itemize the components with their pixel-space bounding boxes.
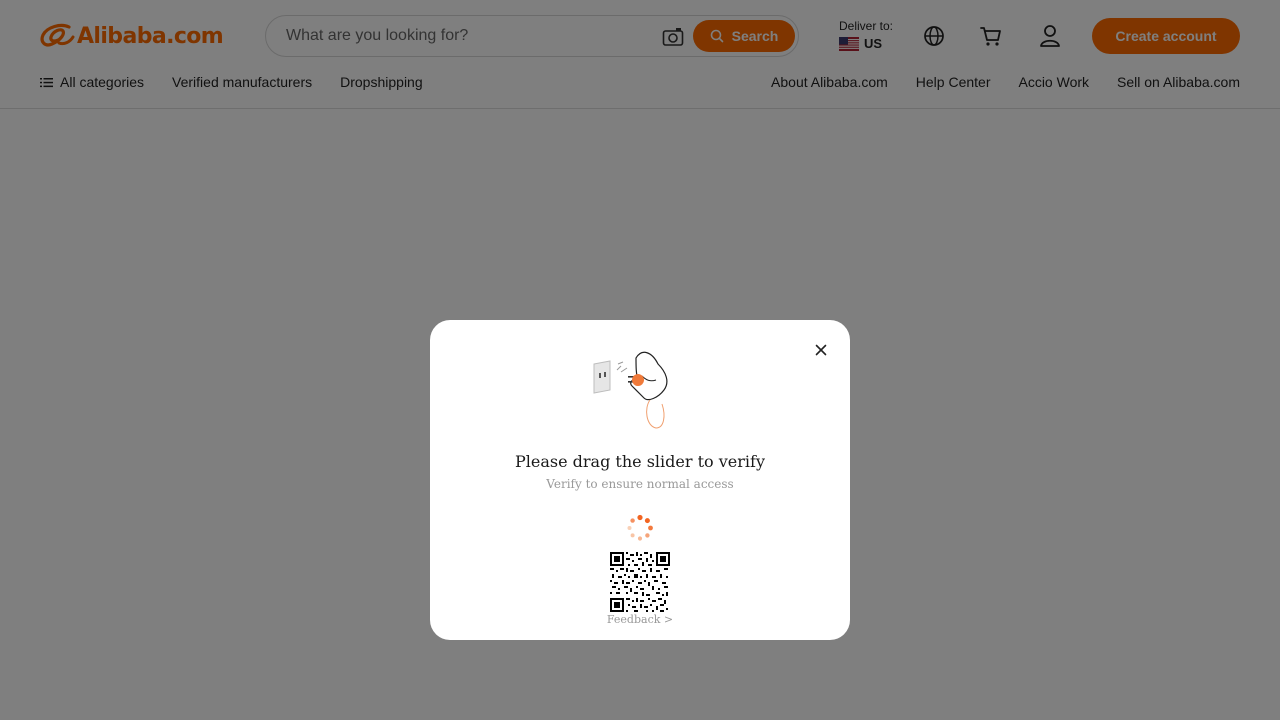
qr-code-icon[interactable] <box>610 552 670 612</box>
loading-spinner-icon <box>627 514 653 541</box>
modal-title: Please drag the slider to verify <box>515 452 765 471</box>
plug-illustration-icon <box>593 351 668 429</box>
feedback-link[interactable]: Feedback > <box>430 613 850 626</box>
modal-subtitle: Verify to ensure normal access <box>546 477 734 491</box>
verification-modal: Please drag the slider to verify Verify … <box>430 320 850 640</box>
close-icon[interactable] <box>813 342 829 358</box>
